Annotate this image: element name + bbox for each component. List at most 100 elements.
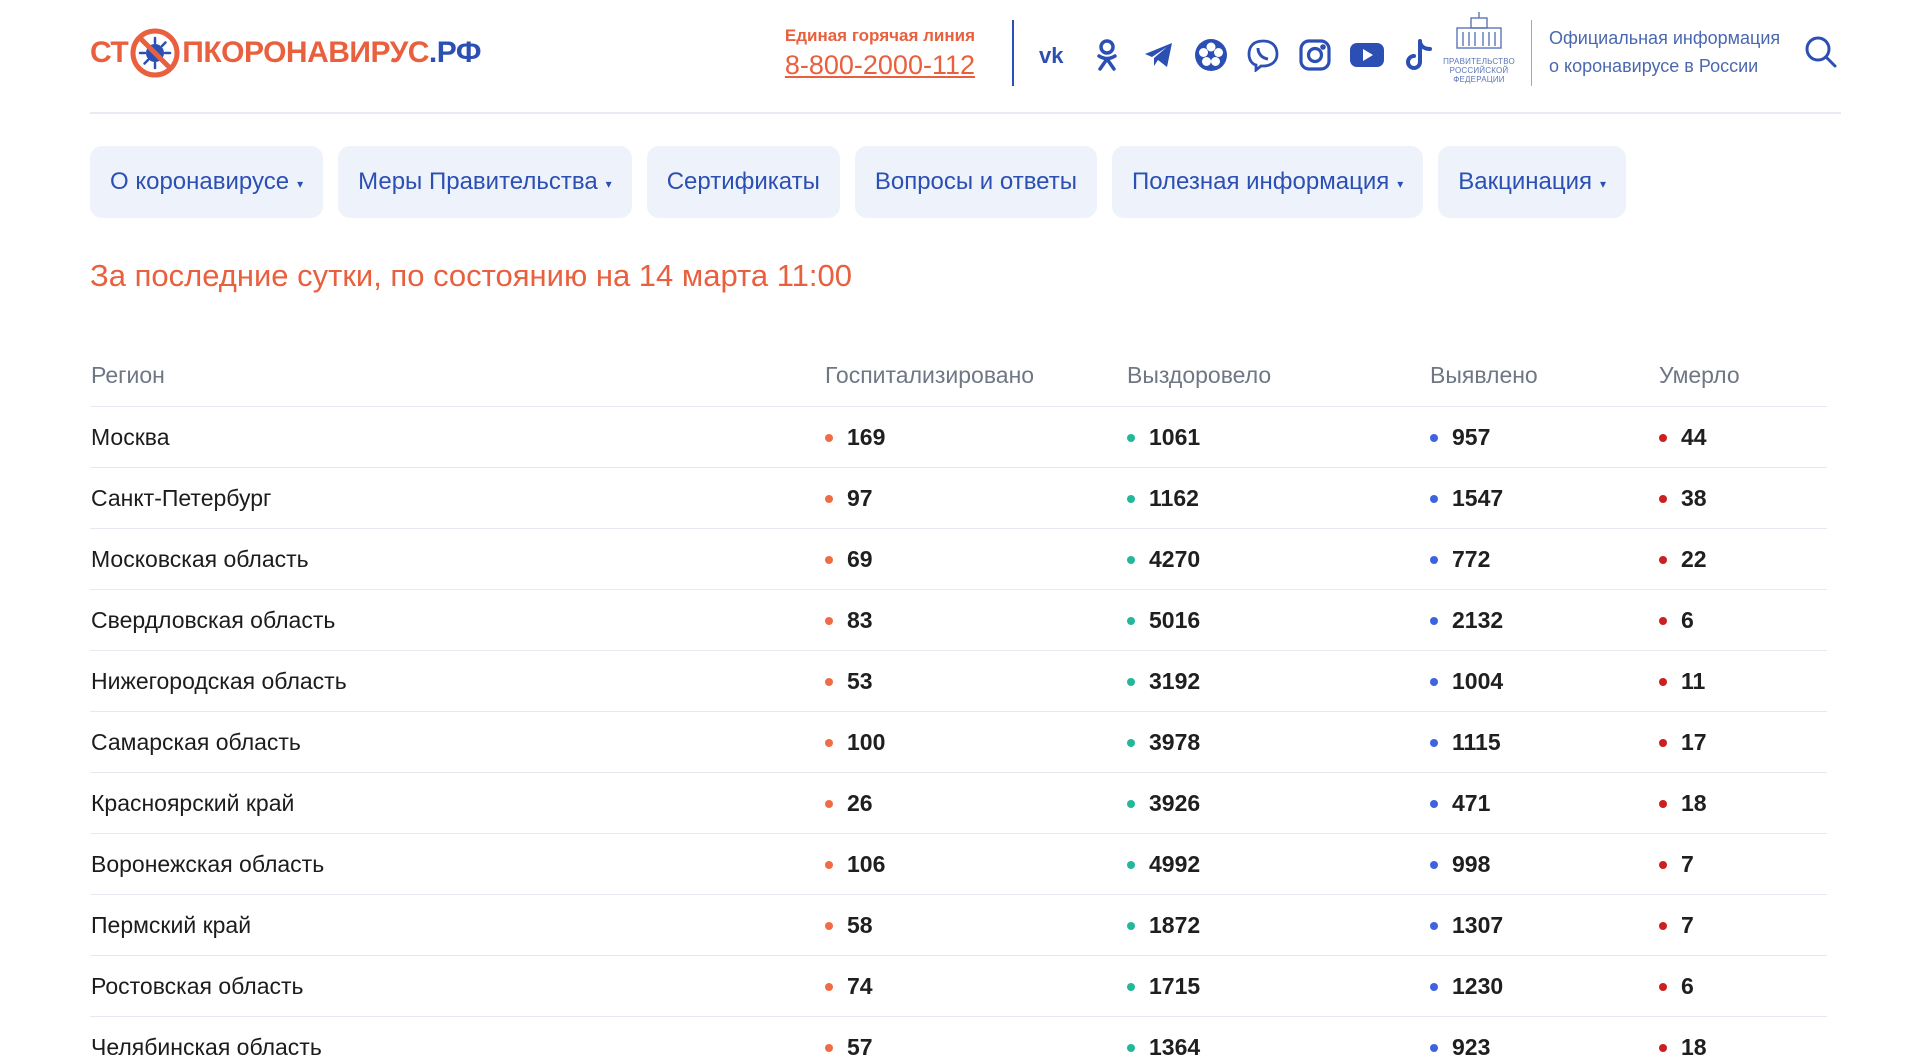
died-dot-icon — [1659, 982, 1667, 991]
detected-value: 1115 — [1452, 729, 1501, 755]
detected-cell: 998 — [1430, 834, 1490, 895]
detected-dot-icon — [1430, 555, 1438, 564]
hospitalized-value: 53 — [847, 668, 873, 694]
hospitalized-dot-icon — [825, 1043, 833, 1052]
died-cell: 17 — [1659, 712, 1707, 773]
recovered-value: 3192 — [1149, 668, 1201, 694]
hospitalized-cell: 57 — [825, 1017, 873, 1062]
hotline-label: Единая горячая линия — [784, 26, 975, 45]
died-value: 6 — [1681, 973, 1694, 999]
died-value: 7 — [1681, 912, 1694, 938]
died-dot-icon — [1659, 616, 1667, 625]
detected-cell: 923 — [1430, 1017, 1490, 1062]
hospitalized-dot-icon — [825, 982, 833, 991]
yappy-icon[interactable] — [1186, 30, 1236, 80]
region-name: Воронежская область — [91, 851, 325, 877]
region-name: Нижегородская область — [91, 668, 347, 694]
logo-text-start: СТ — [90, 36, 129, 69]
detected-dot-icon — [1430, 616, 1438, 625]
hospitalized-dot-icon — [825, 738, 833, 747]
table-row: Московская область 69 4270 772 22 — [90, 528, 1827, 589]
recovered-value: 1715 — [1149, 973, 1201, 999]
search-button[interactable] — [1801, 32, 1841, 72]
column-header-detected[interactable]: Выявлено — [1430, 345, 1538, 406]
social-links: vk — [1030, 30, 1444, 80]
hospitalized-dot-icon — [825, 494, 833, 503]
nav-useful-info[interactable]: Полезная информация ▾ — [1111, 146, 1424, 218]
table-row: Ростовская область 74 1715 1230 6 — [90, 955, 1827, 1016]
table-header-row: Регион Госпитализировано Выздоровело Выя… — [90, 345, 1827, 406]
recovered-value: 1162 — [1149, 485, 1199, 511]
died-value: 6 — [1681, 607, 1694, 633]
table-row: Москва 169 1061 957 44 — [90, 406, 1827, 467]
official-info[interactable]: Официальная информация о коронавирусе в … — [1549, 24, 1780, 80]
column-header-recovered[interactable]: Выздоровело — [1127, 345, 1271, 406]
main-nav: О коронавирусе ▾ Меры Правительства ▾ Се… — [90, 146, 1627, 218]
died-cell: 22 — [1659, 529, 1707, 590]
recovered-cell: 4270 — [1127, 529, 1200, 590]
hospitalized-cell: 58 — [825, 895, 873, 956]
detected-cell: 471 — [1430, 773, 1490, 834]
recovered-cell: 4992 — [1127, 834, 1200, 895]
detected-cell: 1547 — [1430, 468, 1503, 529]
detected-value: 471 — [1452, 790, 1491, 816]
search-icon — [1805, 36, 1837, 68]
hospitalized-value: 169 — [847, 424, 886, 450]
recovered-value: 1364 — [1149, 1034, 1201, 1060]
detected-cell: 2132 — [1430, 590, 1503, 651]
detected-dot-icon — [1430, 860, 1438, 869]
table-row: Санкт-Петербург 97 1162 1547 38 — [90, 467, 1827, 528]
died-cell: 18 — [1659, 1017, 1707, 1062]
column-header-died[interactable]: Умерло — [1659, 345, 1740, 406]
column-header-region[interactable]: Регион — [91, 345, 165, 406]
detected-value: 1307 — [1452, 912, 1504, 938]
table-row: Челябинская область 57 1364 923 18 — [90, 1016, 1827, 1062]
detected-cell: 1004 — [1430, 651, 1503, 712]
government-emblem[interactable]: ПРАВИТЕЛЬСТВО РОССИЙСКОЙ ФЕДЕРАЦИИ — [1436, 12, 1522, 86]
column-header-hospitalized[interactable]: Госпитализировано — [825, 345, 1034, 406]
recovered-dot-icon — [1127, 982, 1135, 991]
recovered-cell: 3192 — [1127, 651, 1200, 712]
died-value: 18 — [1681, 790, 1707, 816]
nav-vaccination[interactable]: Вакцинация ▾ — [1438, 146, 1627, 218]
nav-vaccination-label: Вакцинация — [1458, 168, 1593, 195]
region-name: Ростовская область — [91, 973, 304, 999]
youtube-icon[interactable] — [1342, 30, 1392, 80]
hospitalized-dot-icon — [825, 860, 833, 869]
region-name: Санкт-Петербург — [91, 485, 272, 511]
nav-government-measures[interactable]: Меры Правительства ▾ — [338, 146, 632, 218]
chevron-down-icon: ▾ — [1600, 177, 1607, 191]
table-row: Нижегородская область 53 3192 1004 11 — [90, 650, 1827, 711]
site-logo[interactable]: СТ ПКОРОНАВИРУС .РФ — [90, 28, 481, 78]
hotline: Единая горячая линия 8-800-2000-112 — [785, 26, 975, 81]
table-row: Самарская область 100 3978 1115 17 — [90, 711, 1827, 772]
detected-dot-icon — [1430, 1043, 1438, 1052]
instagram-icon[interactable] — [1290, 30, 1340, 80]
recovered-dot-icon — [1127, 555, 1135, 564]
hospitalized-cell: 26 — [825, 773, 873, 834]
government-emblem-text: ПРАВИТЕЛЬСТВО РОССИЙСКОЙ ФЕДЕРАЦИИ — [1443, 57, 1515, 84]
died-dot-icon — [1659, 433, 1667, 442]
nav-faq-label: Вопросы и ответы — [874, 168, 1077, 195]
hotline-phone-link[interactable]: 8-800-2000-112 — [785, 50, 975, 81]
odnoklassniki-icon[interactable] — [1082, 30, 1132, 80]
chevron-down-icon: ▾ — [605, 177, 612, 191]
recovered-dot-icon — [1127, 860, 1135, 869]
chevron-down-icon: ▾ — [1397, 177, 1404, 191]
vk-icon[interactable]: vk — [1030, 30, 1080, 80]
nav-faq[interactable]: Вопросы и ответы — [854, 146, 1097, 218]
telegram-icon[interactable] — [1134, 30, 1184, 80]
region-name: Москва — [91, 424, 170, 450]
died-value: 17 — [1681, 729, 1707, 755]
region-name: Пермский край — [91, 912, 252, 938]
hospitalized-cell: 97 — [825, 468, 873, 529]
recovered-cell: 5016 — [1127, 590, 1200, 651]
died-value: 18 — [1681, 1034, 1707, 1060]
recovered-value: 3978 — [1149, 729, 1201, 755]
viber-icon[interactable] — [1238, 30, 1288, 80]
nav-about-covid[interactable]: О коронавирусе ▾ — [90, 146, 324, 218]
recovered-dot-icon — [1127, 616, 1135, 625]
nav-certificates[interactable]: Сертификаты — [646, 146, 840, 218]
died-cell: 18 — [1659, 773, 1707, 834]
header-divider — [1012, 20, 1014, 86]
